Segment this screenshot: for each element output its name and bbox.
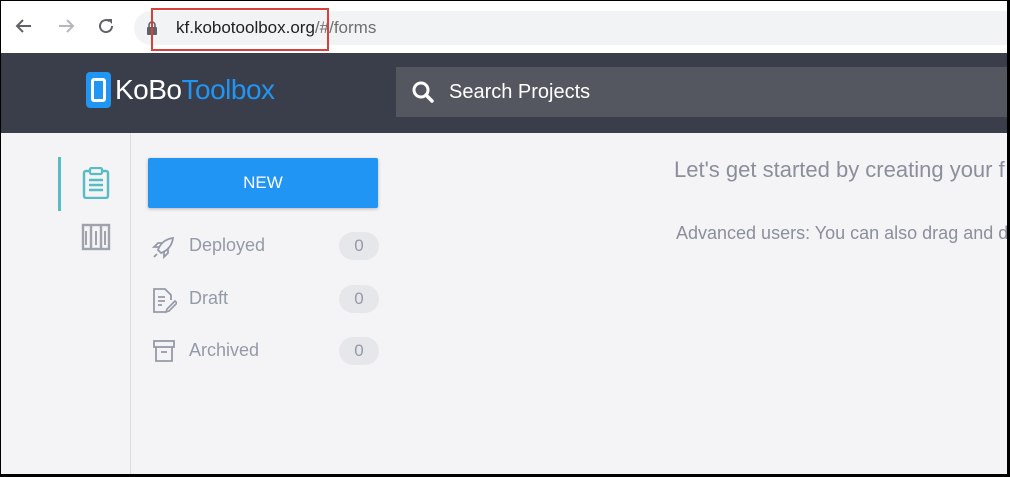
forward-button[interactable] — [53, 13, 79, 39]
archived-count-badge: 0 — [339, 337, 379, 365]
kobotoolbox-logo[interactable]: KoBoToolbox — [86, 72, 275, 108]
rocket-icon — [151, 236, 175, 260]
reload-icon — [99, 19, 114, 34]
sidebar-item-archived[interactable]: Archived 0 — [151, 335, 381, 369]
back-button[interactable] — [11, 13, 37, 39]
empty-state-subtext: Advanced users: You can also drag and dr… — [676, 223, 1007, 243]
url-highlight-annotation — [151, 8, 329, 51]
deployed-count-badge: 0 — [339, 232, 379, 260]
library-icon[interactable] — [81, 223, 111, 251]
empty-state-heading: Let's get started by creating your f — [674, 157, 1005, 182]
logo-text-toolbox: Toolbox — [181, 74, 276, 105]
logo-mark-icon — [86, 72, 111, 108]
archived-label: Archived — [189, 340, 260, 360]
search-placeholder: Search Projects — [449, 81, 591, 103]
forward-arrow-icon — [59, 19, 75, 33]
back-arrow-icon — [15, 19, 31, 33]
deployed-label: Deployed — [189, 235, 266, 255]
sidebar-item-deployed[interactable]: Deployed 0 — [151, 230, 381, 264]
reload-button[interactable] — [93, 13, 119, 39]
archive-icon — [153, 340, 175, 362]
search-projects-input[interactable]: Search Projects — [396, 67, 1007, 117]
logo-text-kobo: KoBo — [115, 74, 182, 105]
active-indicator — [58, 157, 61, 211]
logo-text: KoBoToolbox — [115, 74, 275, 106]
screenshot-frame: kf.kobotoolbox.org/#/forms KoBoToolbox S… — [1, 1, 1007, 474]
draft-icon — [153, 288, 177, 314]
draft-label: Draft — [189, 288, 229, 308]
left-nav-rail — [1, 133, 131, 474]
browser-toolbar: kf.kobotoolbox.org/#/forms — [1, 1, 1007, 54]
search-icon — [412, 81, 434, 103]
draft-count-badge: 0 — [339, 285, 379, 313]
new-project-button[interactable]: NEW — [148, 158, 378, 208]
projects-clipboard-icon[interactable] — [82, 167, 110, 199]
app-header: KoBoToolbox Search Projects — [1, 53, 1007, 133]
sidebar-item-draft[interactable]: Draft 0 — [151, 283, 381, 317]
